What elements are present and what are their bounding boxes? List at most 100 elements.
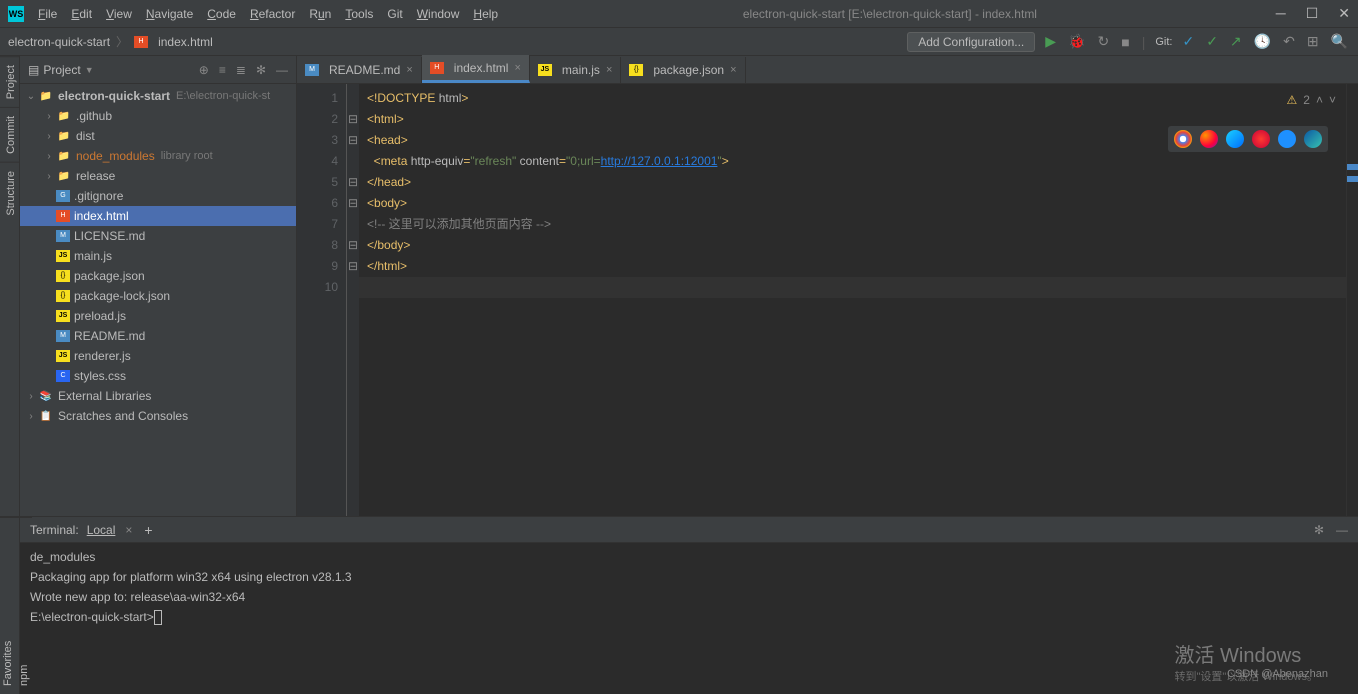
edge-icon[interactable] bbox=[1304, 130, 1322, 148]
rollback-icon[interactable]: ↶ bbox=[1281, 33, 1297, 50]
tool-tab-commit[interactable]: Commit bbox=[0, 107, 19, 162]
code-editor[interactable]: 12345678910 ⊟⊟⊟⊟⊟⊟ ⚠ 2 ˄ ˅ <!DOCTYPE ht bbox=[297, 84, 1358, 516]
tree-item-LICENSE-md[interactable]: MLICENSE.md bbox=[20, 226, 296, 246]
tree-item-dist[interactable]: ›📁dist bbox=[20, 126, 296, 146]
tree-item-README-md[interactable]: MREADME.md bbox=[20, 326, 296, 346]
git-push-icon[interactable]: ↗ bbox=[1228, 33, 1244, 50]
debug-icon[interactable]: 🐞 bbox=[1066, 33, 1087, 50]
history-icon[interactable]: 🕓 bbox=[1252, 33, 1273, 50]
project-icon: ▤ bbox=[28, 63, 39, 77]
editor-tab-README-md[interactable]: MREADME.md× bbox=[297, 57, 422, 83]
safari-icon[interactable] bbox=[1226, 130, 1244, 148]
close-tab-icon[interactable]: × bbox=[730, 64, 736, 76]
tree-scratches-consoles[interactable]: ›📋Scratches and Consoles bbox=[20, 406, 296, 426]
close-tab-icon[interactable]: × bbox=[606, 64, 612, 76]
tree-item-styles-css[interactable]: Cstyles.css bbox=[20, 366, 296, 386]
git-commit-icon[interactable]: ✓ bbox=[1204, 33, 1220, 50]
search-everywhere-icon[interactable]: 🔍 bbox=[1329, 33, 1350, 50]
breadcrumb-file[interactable]: index.html bbox=[158, 35, 213, 49]
new-terminal-button[interactable]: + bbox=[144, 522, 152, 538]
collapse-all-icon[interactable]: ≣ bbox=[236, 63, 246, 77]
run-icon[interactable]: ▶ bbox=[1043, 33, 1058, 50]
main-area: ProjectCommitStructure ▤ Project ▼ ⊕ ≡ ≣… bbox=[0, 56, 1358, 516]
inspection-bar[interactable]: ⚠ 2 ˄ ˅ bbox=[1287, 90, 1336, 111]
next-highlight-icon[interactable]: ˅ bbox=[1329, 90, 1336, 111]
terminal-header: Terminal: Local × + ✻ — bbox=[20, 517, 1358, 543]
stop-icon[interactable]: ■ bbox=[1119, 34, 1131, 50]
fold-gutter[interactable]: ⊟⊟⊟⊟⊟⊟ bbox=[347, 84, 359, 516]
sidebar-title[interactable]: ▤ Project ▼ bbox=[28, 63, 94, 77]
tree-item-package-json[interactable]: {}package.json bbox=[20, 266, 296, 286]
terminal-left-gutter: Favoritesnpm bbox=[0, 517, 20, 694]
menu-navigate[interactable]: Navigate bbox=[140, 3, 199, 25]
minimize-button[interactable]: ─ bbox=[1276, 5, 1286, 22]
editor-tabs: MREADME.md×Hindex.html×JSmain.js×{}packa… bbox=[297, 56, 1358, 84]
select-opened-file-icon[interactable]: ⊕ bbox=[199, 63, 209, 77]
menu-view[interactable]: View bbox=[100, 3, 138, 25]
tree-item-preload-js[interactable]: JSpreload.js bbox=[20, 306, 296, 326]
tree-item-package-lock-json[interactable]: {}package-lock.json bbox=[20, 286, 296, 306]
tree-external-libraries[interactable]: ›📚External Libraries bbox=[20, 386, 296, 406]
tree-item-renderer-js[interactable]: JSrenderer.js bbox=[20, 346, 296, 366]
menu-run[interactable]: Run bbox=[303, 3, 337, 25]
marker[interactable] bbox=[1347, 176, 1358, 182]
sidebar-title-label: Project bbox=[43, 63, 80, 77]
ide-settings-icon[interactable]: ⊞ bbox=[1305, 33, 1321, 50]
menu-git[interactable]: Git bbox=[381, 3, 408, 25]
git-label: Git: bbox=[1155, 36, 1172, 48]
close-tab-icon[interactable]: × bbox=[125, 523, 132, 537]
tool-tab-npm[interactable]: npm bbox=[16, 517, 32, 694]
editor-tab-package-json[interactable]: {}package.json× bbox=[621, 57, 745, 83]
prev-highlight-icon[interactable]: ˄ bbox=[1316, 90, 1323, 111]
terminal-tab-local[interactable]: Local bbox=[79, 521, 124, 539]
tree-item-main-js[interactable]: JSmain.js bbox=[20, 246, 296, 266]
terminal-hide-icon[interactable]: — bbox=[1336, 523, 1348, 537]
firefox-icon[interactable] bbox=[1200, 130, 1218, 148]
tree-item-index-html[interactable]: Hindex.html bbox=[20, 206, 296, 226]
close-tab-icon[interactable]: × bbox=[406, 64, 412, 76]
coverage-icon[interactable]: ↻ bbox=[1095, 33, 1111, 50]
git-update-icon[interactable]: ✓ bbox=[1180, 33, 1196, 50]
app-logo: WS bbox=[8, 6, 24, 22]
tree-root[interactable]: ⌄📁electron-quick-startE:\electron-quick-… bbox=[20, 86, 296, 106]
tree-item--gitignore[interactable]: G.gitignore bbox=[20, 186, 296, 206]
hide-icon[interactable]: — bbox=[276, 63, 288, 77]
menu-window[interactable]: Window bbox=[411, 3, 466, 25]
opera-icon[interactable] bbox=[1252, 130, 1270, 148]
chrome-icon[interactable] bbox=[1174, 130, 1192, 148]
tree-item-release[interactable]: ›📁release bbox=[20, 166, 296, 186]
editor-tab-index-html[interactable]: Hindex.html× bbox=[422, 55, 530, 83]
settings-icon[interactable]: ✻ bbox=[256, 63, 266, 77]
close-tab-icon[interactable]: × bbox=[514, 62, 520, 74]
tree-item--github[interactable]: ›📁.github bbox=[20, 106, 296, 126]
csdn-watermark: CSDN @Abenazhan bbox=[1227, 668, 1328, 680]
menu-help[interactable]: Help bbox=[467, 3, 504, 25]
maximize-button[interactable]: ☐ bbox=[1306, 5, 1319, 22]
menu-refactor[interactable]: Refactor bbox=[244, 3, 301, 25]
marker[interactable] bbox=[1347, 164, 1358, 170]
window-controls: ─ ☐ ✕ bbox=[1276, 5, 1350, 22]
project-sidebar: ▤ Project ▼ ⊕ ≡ ≣ ✻ — ⌄📁electron-quick-s… bbox=[20, 56, 297, 516]
chevron-down-icon: ▼ bbox=[85, 65, 94, 75]
editor-tab-main-js[interactable]: JSmain.js× bbox=[530, 57, 621, 83]
tree-item-node_modules[interactable]: ›📁node_moduleslibrary root bbox=[20, 146, 296, 166]
menu-file[interactable]: File bbox=[32, 3, 63, 25]
close-button[interactable]: ✕ bbox=[1338, 5, 1350, 22]
breadcrumb-root[interactable]: electron-quick-start bbox=[8, 35, 110, 49]
menu-tools[interactable]: Tools bbox=[339, 3, 379, 25]
menu-edit[interactable]: Edit bbox=[65, 3, 98, 25]
tool-tab-structure[interactable]: Structure bbox=[0, 162, 19, 224]
add-configuration-button[interactable]: Add Configuration... bbox=[907, 32, 1035, 52]
menu-code[interactable]: Code bbox=[201, 3, 242, 25]
error-stripe[interactable] bbox=[1346, 84, 1358, 516]
tool-tab-favorites[interactable]: Favorites bbox=[0, 517, 16, 694]
ie-icon[interactable] bbox=[1278, 130, 1296, 148]
warning-icon: ⚠ bbox=[1287, 90, 1298, 111]
editor-area: MREADME.md×Hindex.html×JSmain.js×{}packa… bbox=[297, 56, 1358, 516]
expand-all-icon[interactable]: ≡ bbox=[219, 63, 226, 77]
terminal-content[interactable]: de_modulesPackaging app for platform win… bbox=[20, 543, 1358, 694]
tool-tab-project[interactable]: Project bbox=[0, 56, 19, 107]
code-content[interactable]: ⚠ 2 ˄ ˅ <!DOCTYPE html><html><head> <met… bbox=[359, 84, 1346, 516]
terminal-settings-icon[interactable]: ✻ bbox=[1314, 523, 1324, 537]
project-tree: ⌄📁electron-quick-startE:\electron-quick-… bbox=[20, 84, 296, 516]
